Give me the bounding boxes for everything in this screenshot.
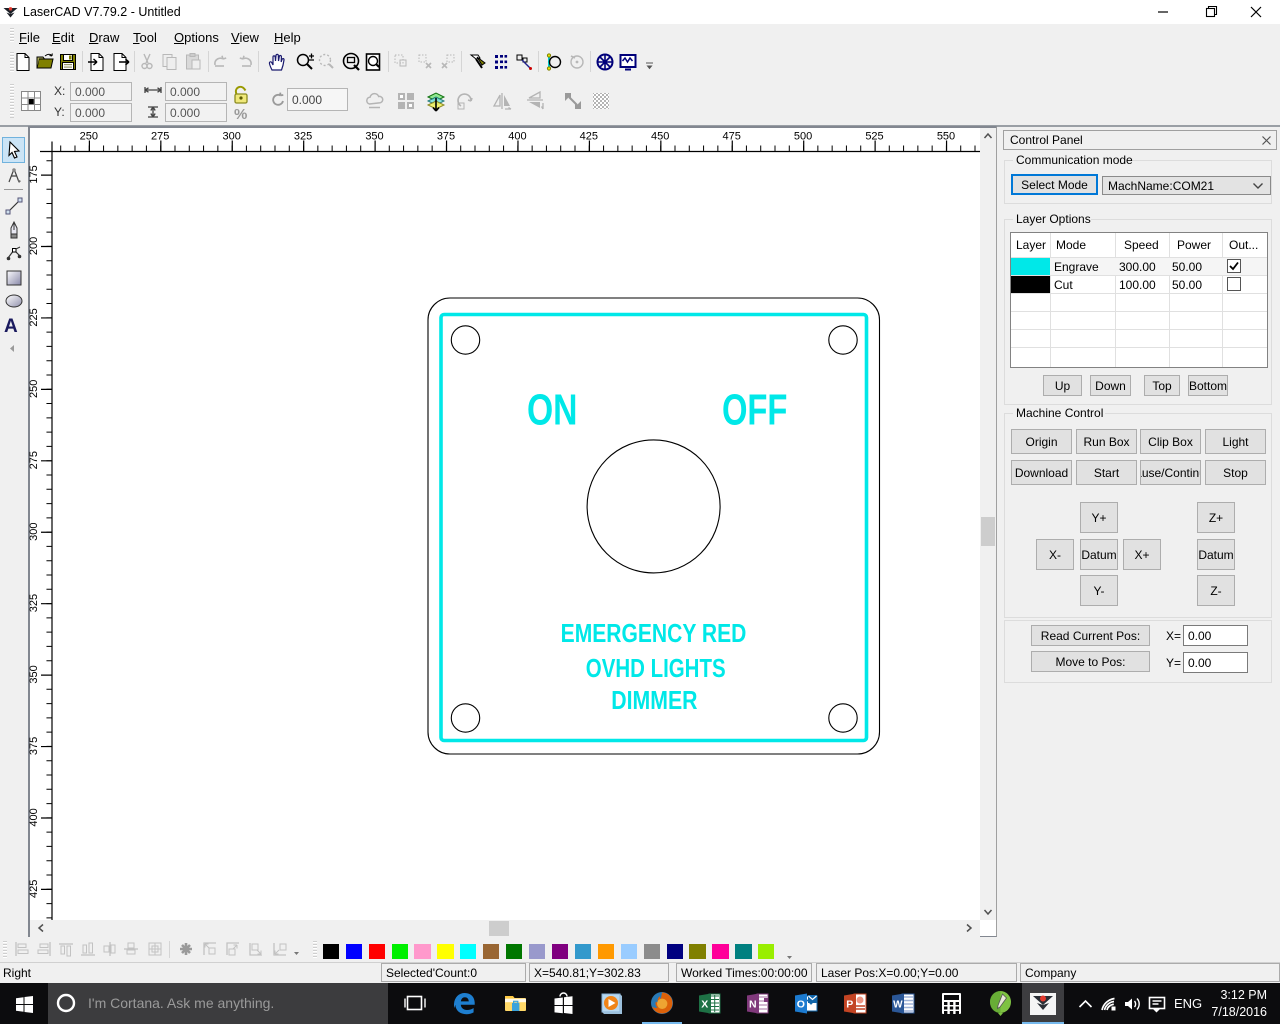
svg-text:425: 425	[580, 131, 598, 143]
svg-text:325: 325	[294, 131, 312, 143]
svg-text:350: 350	[365, 131, 383, 143]
svg-text:500: 500	[794, 131, 812, 143]
svg-text:200: 200	[28, 237, 40, 255]
svg-text:425: 425	[28, 880, 40, 898]
svg-text:400: 400	[28, 808, 40, 826]
svg-text:OVHD LIGHTS: OVHD LIGHTS	[586, 653, 726, 683]
svg-text:P: P	[846, 999, 853, 1011]
svg-text:375: 375	[28, 737, 40, 755]
svg-text:350: 350	[28, 665, 40, 683]
svg-text:OFF: OFF	[722, 386, 788, 435]
svg-text:EMERGENCY RED: EMERGENCY RED	[561, 618, 747, 648]
svg-text:450: 450	[651, 131, 669, 143]
svg-text:X: X	[701, 999, 708, 1011]
svg-text:DIMMER: DIMMER	[611, 685, 697, 715]
svg-text:250: 250	[28, 380, 40, 398]
svg-text:O: O	[797, 999, 805, 1011]
svg-text:W: W	[893, 1000, 903, 1011]
svg-text:ON: ON	[527, 386, 578, 435]
svg-text:225: 225	[28, 308, 40, 326]
svg-text:400: 400	[508, 131, 526, 143]
svg-text:N: N	[749, 999, 757, 1011]
svg-text:250: 250	[80, 131, 98, 143]
svg-text:175: 175	[28, 165, 40, 183]
svg-text:525: 525	[865, 131, 883, 143]
svg-text:550: 550	[937, 131, 955, 143]
svg-text:325: 325	[28, 594, 40, 612]
svg-text:300: 300	[223, 131, 241, 143]
svg-text:375: 375	[437, 131, 455, 143]
svg-text:475: 475	[723, 131, 741, 143]
svg-text:275: 275	[151, 131, 169, 143]
svg-text:275: 275	[28, 451, 40, 469]
svg-text:300: 300	[28, 523, 40, 541]
